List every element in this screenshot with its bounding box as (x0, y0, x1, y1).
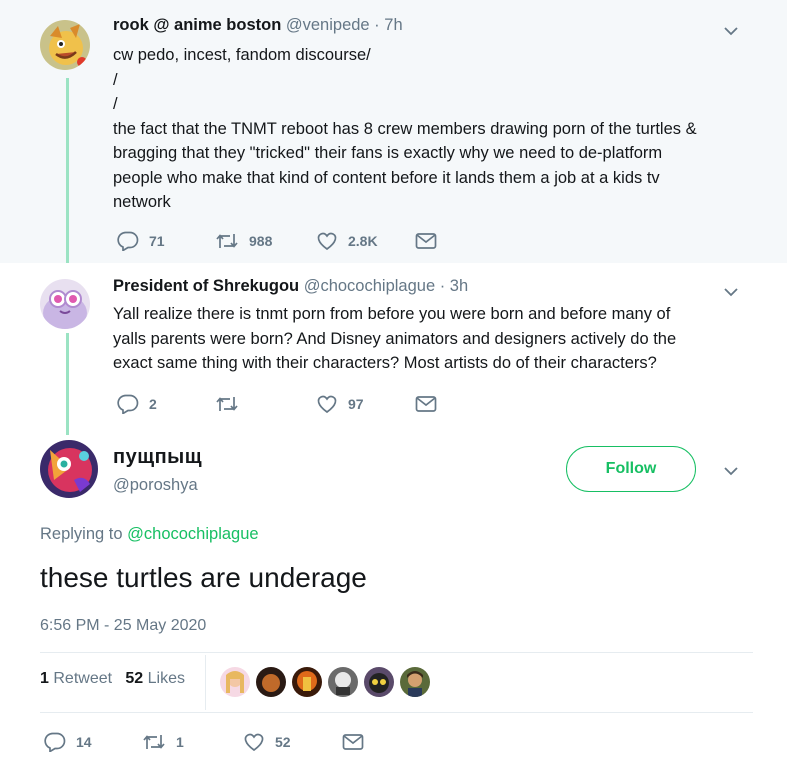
author-name[interactable]: пущпыщ (113, 446, 202, 469)
retweet-count: 988 (249, 233, 273, 249)
avatar-chocochiplague[interactable] (40, 279, 90, 329)
dm-icon (415, 396, 437, 412)
like-icon (317, 395, 337, 414)
replying-mention[interactable]: @chocochiplague (127, 525, 258, 543)
reply-count: 71 (149, 233, 165, 249)
like-button[interactable]: 97 (316, 392, 364, 416)
chevron-down-icon[interactable] (722, 22, 740, 40)
retweet-button[interactable] (215, 392, 249, 416)
dm-button[interactable] (415, 229, 437, 253)
retweet-icon (216, 397, 238, 411)
retweet-icon (216, 234, 238, 248)
reply-icon (117, 231, 139, 251)
avatar-venipede[interactable] (40, 20, 90, 70)
chevron-down-icon[interactable] (722, 462, 740, 480)
tweet-venipede[interactable]: rook @ anime boston @venipede · 7h cw pe… (0, 0, 787, 263)
reply-button[interactable]: 2 (117, 392, 157, 416)
dm-button[interactable] (342, 730, 364, 754)
author-handle[interactable]: @poroshya (113, 476, 198, 495)
reply-button[interactable]: 71 (117, 229, 165, 253)
follow-button[interactable]: Follow (566, 446, 696, 492)
tweet-text: Yall realize there is tnmt porn from bef… (113, 305, 677, 372)
replying-prefix: Replying to (40, 525, 128, 543)
like-count: 97 (348, 396, 364, 412)
like-icon (317, 232, 337, 251)
like-count: 2.8K (348, 233, 378, 249)
author-handle[interactable]: @venipede · 7h (286, 16, 403, 34)
author-name[interactable]: rook @ anime boston (113, 16, 281, 34)
liker-avatar[interactable] (292, 667, 322, 697)
replying-to: Replying to @chocochiplague (40, 525, 259, 544)
reply-button[interactable]: 14 (44, 730, 92, 754)
retweet-button[interactable]: 988 (215, 229, 272, 253)
retweet-button[interactable]: 1 (142, 730, 184, 754)
dm-button[interactable] (415, 392, 437, 416)
retweet-count: 1 (176, 734, 184, 750)
dm-icon (342, 734, 364, 750)
liker-avatar[interactable] (256, 667, 286, 697)
retweet-icon (143, 735, 165, 749)
like-button[interactable]: 52 (243, 730, 291, 754)
reply-count: 2 (149, 396, 157, 412)
dm-icon (415, 233, 437, 249)
like-icon (244, 733, 264, 752)
reply-count: 14 (76, 734, 92, 750)
liker-avatar[interactable] (364, 667, 394, 697)
reply-icon (117, 394, 139, 414)
like-button[interactable]: 2.8K (316, 229, 378, 253)
like-stat[interactable]: 52 Likes (125, 670, 185, 687)
avatar-poroshya[interactable] (40, 440, 98, 498)
liker-avatar[interactable] (220, 667, 250, 697)
divider (40, 652, 753, 653)
tweet-text: cw pedo, incest, fandom discourse/ / / t… (113, 46, 697, 211)
retweet-stat[interactable]: 1 Retweet (40, 670, 112, 687)
liker-avatar[interactable] (328, 667, 358, 697)
author-handle[interactable]: @chocochiplague · 3h (304, 277, 468, 295)
divider (205, 655, 206, 710)
like-count: 52 (275, 734, 291, 750)
engagement-stats: 1 Retweet 52 Likes (40, 670, 185, 688)
author-name[interactable]: President of Shrekugou (113, 277, 299, 295)
thread-connector (66, 333, 69, 435)
tweet-chocochiplague[interactable]: President of Shrekugou @chocochiplague ·… (0, 263, 787, 435)
chevron-down-icon[interactable] (722, 283, 740, 301)
reply-icon (44, 732, 66, 752)
liker-avatar[interactable] (400, 667, 430, 697)
thread-connector (66, 78, 69, 263)
tweet-timestamp[interactable]: 6:56 PM - 25 May 2020 (40, 617, 206, 635)
main-tweet-text: these turtles are underage (40, 562, 367, 593)
divider (40, 712, 753, 713)
